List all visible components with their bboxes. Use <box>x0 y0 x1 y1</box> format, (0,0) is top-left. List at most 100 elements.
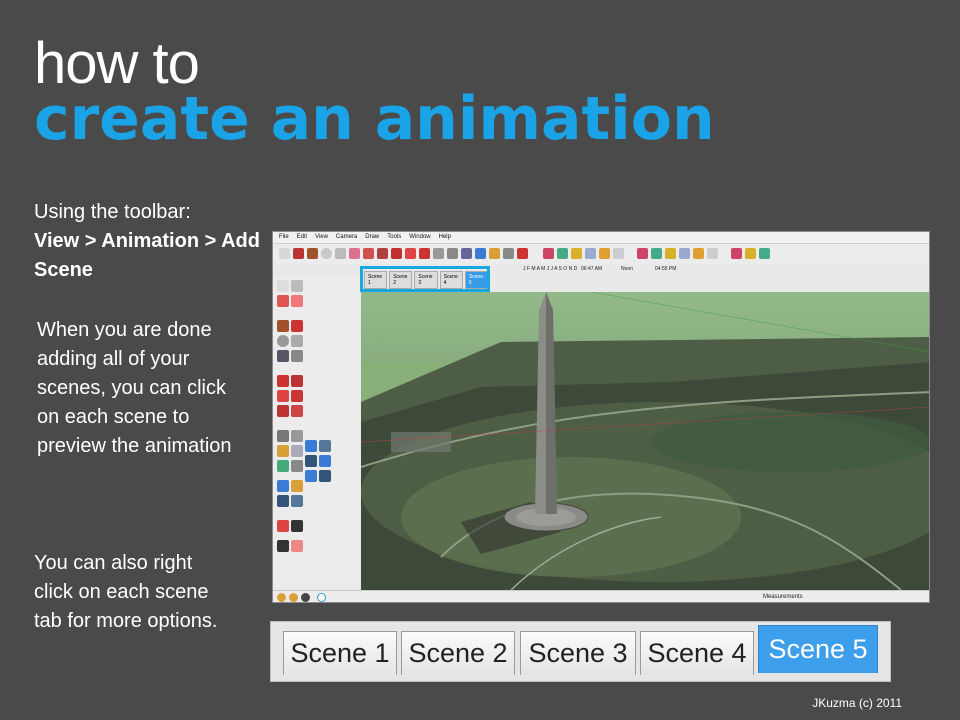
text-icon[interactable] <box>291 445 303 457</box>
look-around-icon[interactable] <box>277 540 289 552</box>
zoom-icon[interactable] <box>277 495 289 507</box>
status-bar: Measurements <box>273 590 929 602</box>
zoom-window-icon[interactable] <box>291 495 303 507</box>
info-icon[interactable] <box>277 593 286 602</box>
arc-tool-icon[interactable] <box>335 248 346 259</box>
followme-icon[interactable] <box>291 390 303 402</box>
eraser-icon[interactable] <box>291 295 303 307</box>
paint-bucket-icon[interactable] <box>277 295 289 307</box>
extra-move-icon[interactable] <box>305 440 317 452</box>
pencil-tool-icon[interactable] <box>293 248 304 259</box>
left-toolbar <box>273 276 359 588</box>
walk-icon[interactable] <box>291 520 303 532</box>
scene-tab-5[interactable]: Scene 5 <box>758 625 878 673</box>
line-icon[interactable] <box>291 320 303 332</box>
pan-icon[interactable] <box>291 480 303 492</box>
move-icon[interactable] <box>277 375 289 387</box>
tape-icon[interactable] <box>277 430 289 442</box>
rotate-icon[interactable] <box>277 390 289 402</box>
offset-icon[interactable] <box>291 405 303 417</box>
scene-tab-4[interactable]: Scene 4 <box>640 631 754 675</box>
time-start: 06:47 AM <box>581 266 603 272</box>
zoom-extents-icon[interactable] <box>517 248 528 259</box>
extra-rotate-icon[interactable] <box>319 440 331 452</box>
section-plane-icon[interactable] <box>291 540 303 552</box>
axes-icon[interactable] <box>277 460 289 472</box>
menu-bar: File Edit View Camera Draw Tools Window … <box>273 232 929 244</box>
scale-icon[interactable] <box>277 405 289 417</box>
circle-tool-icon[interactable] <box>321 248 332 259</box>
scene-tabs-highlight <box>360 266 490 292</box>
layer-icon[interactable] <box>637 248 648 259</box>
orbit-icon[interactable] <box>277 480 289 492</box>
eraser-tool-icon[interactable] <box>349 248 360 259</box>
text-tool-icon[interactable] <box>461 248 472 259</box>
time-end: 04:55 PM <box>655 266 677 272</box>
geo-location-icon[interactable] <box>289 593 298 602</box>
extra-orbit-icon[interactable] <box>319 470 331 482</box>
pan-tool-icon[interactable] <box>489 248 500 259</box>
menu-file[interactable]: File <box>279 234 289 241</box>
section-icon[interactable] <box>679 248 690 259</box>
position-camera-icon[interactable] <box>277 520 289 532</box>
menu-edit[interactable]: Edit <box>297 234 307 241</box>
hidden-icon[interactable] <box>707 248 718 259</box>
freehand-icon[interactable] <box>291 350 303 362</box>
fog-icon[interactable] <box>693 248 704 259</box>
rotate-tool-icon[interactable] <box>405 248 416 259</box>
circle-icon[interactable] <box>277 335 289 347</box>
3d-viewport[interactable] <box>361 292 929 590</box>
sandbox-icon[interactable] <box>599 248 610 259</box>
months-label[interactable]: J F M A M J J A S O N D <box>523 266 577 272</box>
3dtext-icon[interactable] <box>291 460 303 472</box>
warehouse-icon[interactable] <box>543 248 554 259</box>
toolbar-instructions: Using the toolbar: View > Animation > Ad… <box>34 198 264 285</box>
extra-walk-icon[interactable] <box>319 455 331 467</box>
zoom-tool-icon[interactable] <box>503 248 514 259</box>
title-line-2: create an animation <box>34 84 715 154</box>
xray-icon[interactable] <box>731 248 742 259</box>
rect-icon[interactable] <box>277 320 289 332</box>
dimension-icon[interactable] <box>291 430 303 442</box>
move-tool-icon[interactable] <box>391 248 402 259</box>
scene-tab-3[interactable]: Scene 3 <box>520 631 636 675</box>
menu-tools[interactable]: Tools <box>387 234 401 241</box>
tape-tool-icon[interactable] <box>447 248 458 259</box>
photo-icon[interactable] <box>665 248 676 259</box>
intro-text: Using the toolbar: <box>34 201 191 223</box>
geo-icon[interactable] <box>651 248 662 259</box>
style-icon[interactable] <box>613 248 624 259</box>
arc-icon[interactable] <box>291 335 303 347</box>
menu-window[interactable]: Window <box>409 234 430 241</box>
offset-tool-icon[interactable] <box>433 248 444 259</box>
extra-zoom-icon[interactable] <box>305 455 317 467</box>
sketchup-screenshot: File Edit View Camera Draw Tools Window … <box>272 231 930 603</box>
protractor-icon[interactable] <box>277 445 289 457</box>
orbit-tool-icon[interactable] <box>475 248 486 259</box>
earth-icon[interactable] <box>557 248 568 259</box>
menu-view[interactable]: View <box>315 234 328 241</box>
extra-look-icon[interactable] <box>305 470 317 482</box>
scene-tab-strip: Scene 1 Scene 2 Scene 3 Scene 4 Scene 5 <box>270 621 891 682</box>
time-mid: Noon <box>621 266 633 272</box>
paint-tool-icon[interactable] <box>363 248 374 259</box>
scene-tab-1[interactable]: Scene 1 <box>283 631 397 675</box>
components-icon[interactable] <box>571 248 582 259</box>
menu-help[interactable]: Help <box>439 234 451 241</box>
make-component-icon[interactable] <box>291 280 303 292</box>
pushpull-icon[interactable] <box>291 375 303 387</box>
rectangle-tool-icon[interactable] <box>307 248 318 259</box>
polygon-icon[interactable] <box>277 350 289 362</box>
scale-tool-icon[interactable] <box>419 248 430 259</box>
select-tool-icon[interactable] <box>279 248 290 259</box>
shaded-icon[interactable] <box>759 248 770 259</box>
pushpull-tool-icon[interactable] <box>377 248 388 259</box>
wireframe-icon[interactable] <box>745 248 756 259</box>
scene-tab-2[interactable]: Scene 2 <box>401 631 515 675</box>
select-icon[interactable] <box>277 280 289 292</box>
menu-draw[interactable]: Draw <box>365 234 379 241</box>
menu-camera[interactable]: Camera <box>336 234 357 241</box>
credits-icon[interactable] <box>301 593 310 602</box>
shadows-icon[interactable] <box>585 248 596 259</box>
help-icon[interactable] <box>317 593 326 602</box>
